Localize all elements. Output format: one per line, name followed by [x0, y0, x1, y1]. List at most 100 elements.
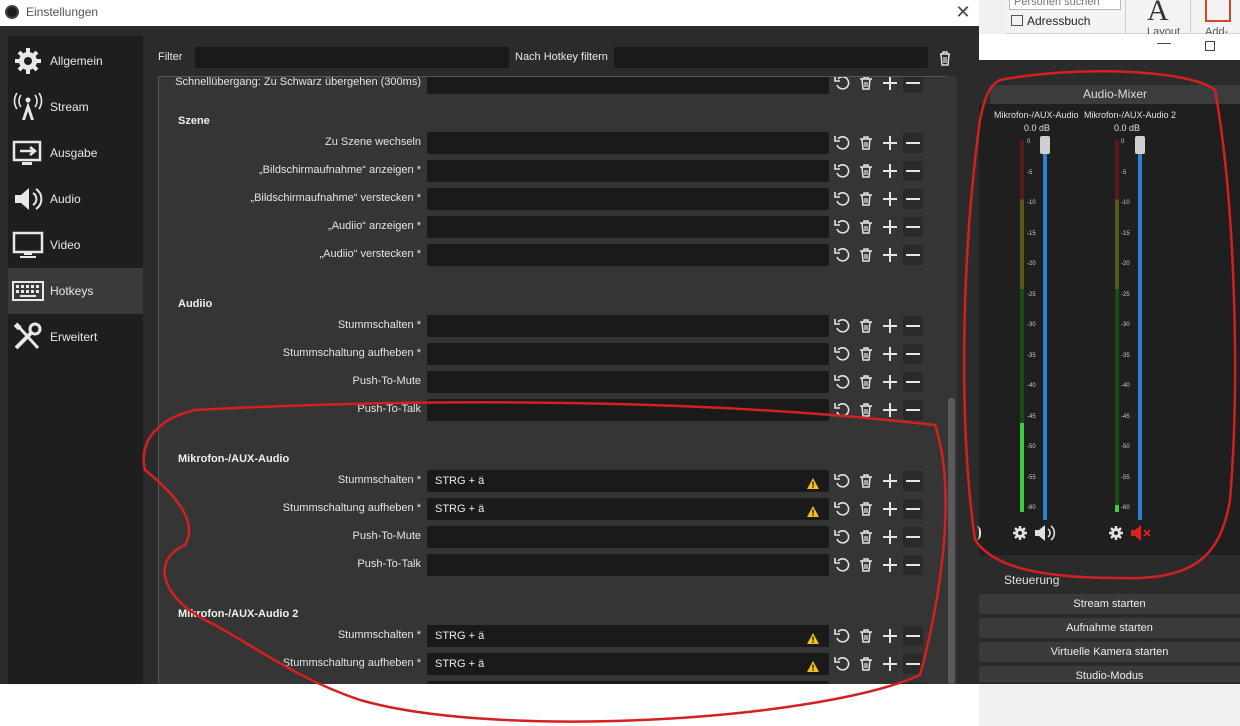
clear-hotkey-button[interactable] — [856, 499, 876, 519]
revert-hotkey-button[interactable] — [832, 245, 852, 265]
clear-hotkey-button[interactable] — [856, 400, 876, 420]
sidebar-item-ausgabe[interactable]: Ausgabe — [8, 130, 143, 176]
clear-hotkey-button[interactable] — [856, 77, 876, 93]
revert-hotkey-button[interactable] — [832, 189, 852, 209]
remove-hotkey-button[interactable] — [903, 245, 923, 265]
clear-hotkey-button[interactable] — [856, 245, 876, 265]
hotkey-input[interactable] — [427, 371, 829, 393]
volume-fader-track[interactable] — [1043, 150, 1047, 520]
hotkey-input[interactable]: STRG + ä — [427, 498, 829, 520]
sidebar-item-audio[interactable]: Audio — [8, 176, 143, 222]
maximize-button[interactable] — [1205, 41, 1215, 51]
sidebar-item-allgemein[interactable]: Allgemein — [8, 38, 143, 84]
clear-hotkey-button[interactable] — [856, 133, 876, 153]
add-hotkey-button[interactable] — [880, 682, 900, 684]
revert-hotkey-button[interactable] — [832, 316, 852, 336]
revert-hotkey-button[interactable] — [832, 555, 852, 575]
clear-hotkey-button[interactable] — [856, 626, 876, 646]
scrollbar-thumb[interactable] — [948, 398, 955, 684]
address-book-button[interactable]: Adressbuch — [1011, 14, 1090, 28]
clear-hotkey-button[interactable] — [856, 654, 876, 674]
add-hotkey-button[interactable] — [880, 161, 900, 181]
hotkey-input[interactable] — [427, 399, 829, 421]
volume-fader-knob[interactable] — [1040, 136, 1050, 154]
hotkey-input[interactable] — [427, 77, 829, 94]
revert-hotkey-button[interactable] — [832, 217, 852, 237]
layout-icon[interactable]: A — [1147, 0, 1169, 28]
revert-hotkey-button[interactable] — [832, 499, 852, 519]
hotkey-input[interactable] — [427, 681, 829, 684]
add-hotkey-button[interactable] — [880, 344, 900, 364]
speaker-muted-icon[interactable] — [1130, 524, 1152, 542]
remove-hotkey-button[interactable] — [903, 217, 923, 237]
add-hotkey-button[interactable] — [880, 654, 900, 674]
add-hotkey-button[interactable] — [880, 400, 900, 420]
hotkey-input[interactable] — [427, 160, 829, 182]
hotkey-filter-input[interactable] — [614, 47, 928, 68]
add-hotkey-button[interactable] — [880, 316, 900, 336]
remove-hotkey-button[interactable] — [903, 161, 923, 181]
clear-hotkey-button[interactable] — [856, 682, 876, 684]
revert-hotkey-button[interactable] — [832, 400, 852, 420]
hotkey-input[interactable] — [427, 554, 829, 576]
hotkey-input[interactable] — [427, 188, 829, 210]
hotkey-input[interactable]: STRG + ä — [427, 470, 829, 492]
clear-hotkey-button[interactable] — [856, 372, 876, 392]
people-search-input[interactable]: Personen suchen — [1009, 0, 1121, 10]
revert-hotkey-button[interactable] — [832, 344, 852, 364]
hotkey-input[interactable] — [427, 132, 829, 154]
remove-hotkey-button[interactable] — [903, 400, 923, 420]
add-hotkey-button[interactable] — [880, 189, 900, 209]
add-hotkey-button[interactable] — [880, 133, 900, 153]
clear-hotkey-button[interactable] — [856, 344, 876, 364]
control-button-stream-starten[interactable]: Stream starten — [979, 594, 1240, 616]
add-ins-icon[interactable] — [1205, 0, 1231, 22]
remove-hotkey-button[interactable] — [903, 372, 923, 392]
clear-hotkey-button[interactable] — [856, 471, 876, 491]
revert-hotkey-button[interactable] — [832, 133, 852, 153]
remove-hotkey-button[interactable] — [903, 555, 923, 575]
clear-hotkey-button[interactable] — [856, 189, 876, 209]
hotkey-input[interactable]: STRG + ä — [427, 625, 829, 647]
add-hotkey-button[interactable] — [880, 527, 900, 547]
add-hotkey-button[interactable] — [880, 77, 900, 93]
filter-input[interactable] — [195, 47, 509, 68]
revert-hotkey-button[interactable] — [832, 654, 852, 674]
revert-hotkey-button[interactable] — [832, 527, 852, 547]
channel-settings-gear-icon[interactable] — [1012, 525, 1028, 541]
add-hotkey-button[interactable] — [880, 471, 900, 491]
revert-hotkey-button[interactable] — [832, 471, 852, 491]
add-hotkey-button[interactable] — [880, 372, 900, 392]
add-hotkey-button[interactable] — [880, 626, 900, 646]
speaker-icon[interactable] — [1034, 524, 1056, 542]
remove-hotkey-button[interactable] — [903, 499, 923, 519]
clear-filter-trash-icon[interactable] — [936, 49, 954, 67]
sidebar-item-stream[interactable]: Stream — [8, 84, 143, 130]
remove-hotkey-button[interactable] — [903, 654, 923, 674]
clear-hotkey-button[interactable] — [856, 527, 876, 547]
clear-hotkey-button[interactable] — [856, 161, 876, 181]
sidebar-item-hotkeys[interactable]: Hotkeys — [8, 268, 143, 314]
clear-hotkey-button[interactable] — [856, 555, 876, 575]
remove-hotkey-button[interactable] — [903, 682, 923, 684]
sidebar-item-video[interactable]: Video — [8, 222, 143, 268]
control-button-aufnahme-starten[interactable]: Aufnahme starten — [979, 618, 1240, 640]
control-button-studio-modus[interactable]: Studio-Modus — [979, 666, 1240, 684]
hotkey-input[interactable] — [427, 216, 829, 238]
sidebar-item-erweitert[interactable]: Erweitert — [8, 314, 143, 360]
close-button[interactable]: ✕ — [950, 0, 976, 24]
revert-hotkey-button[interactable] — [832, 161, 852, 181]
volume-fader-knob[interactable] — [1135, 136, 1145, 154]
revert-hotkey-button[interactable] — [832, 626, 852, 646]
revert-hotkey-button[interactable] — [832, 372, 852, 392]
clear-hotkey-button[interactable] — [856, 316, 876, 336]
control-button-virtuelle-kamera-starten[interactable]: Virtuelle Kamera starten — [979, 642, 1240, 664]
remove-hotkey-button[interactable] — [903, 471, 923, 491]
channel-settings-gear-icon[interactable] — [1108, 525, 1124, 541]
hotkey-input[interactable] — [427, 343, 829, 365]
add-hotkey-button[interactable] — [880, 555, 900, 575]
hotkey-input[interactable] — [427, 244, 829, 266]
volume-fader-track[interactable] — [1138, 150, 1142, 520]
remove-hotkey-button[interactable] — [903, 316, 923, 336]
remove-hotkey-button[interactable] — [903, 626, 923, 646]
